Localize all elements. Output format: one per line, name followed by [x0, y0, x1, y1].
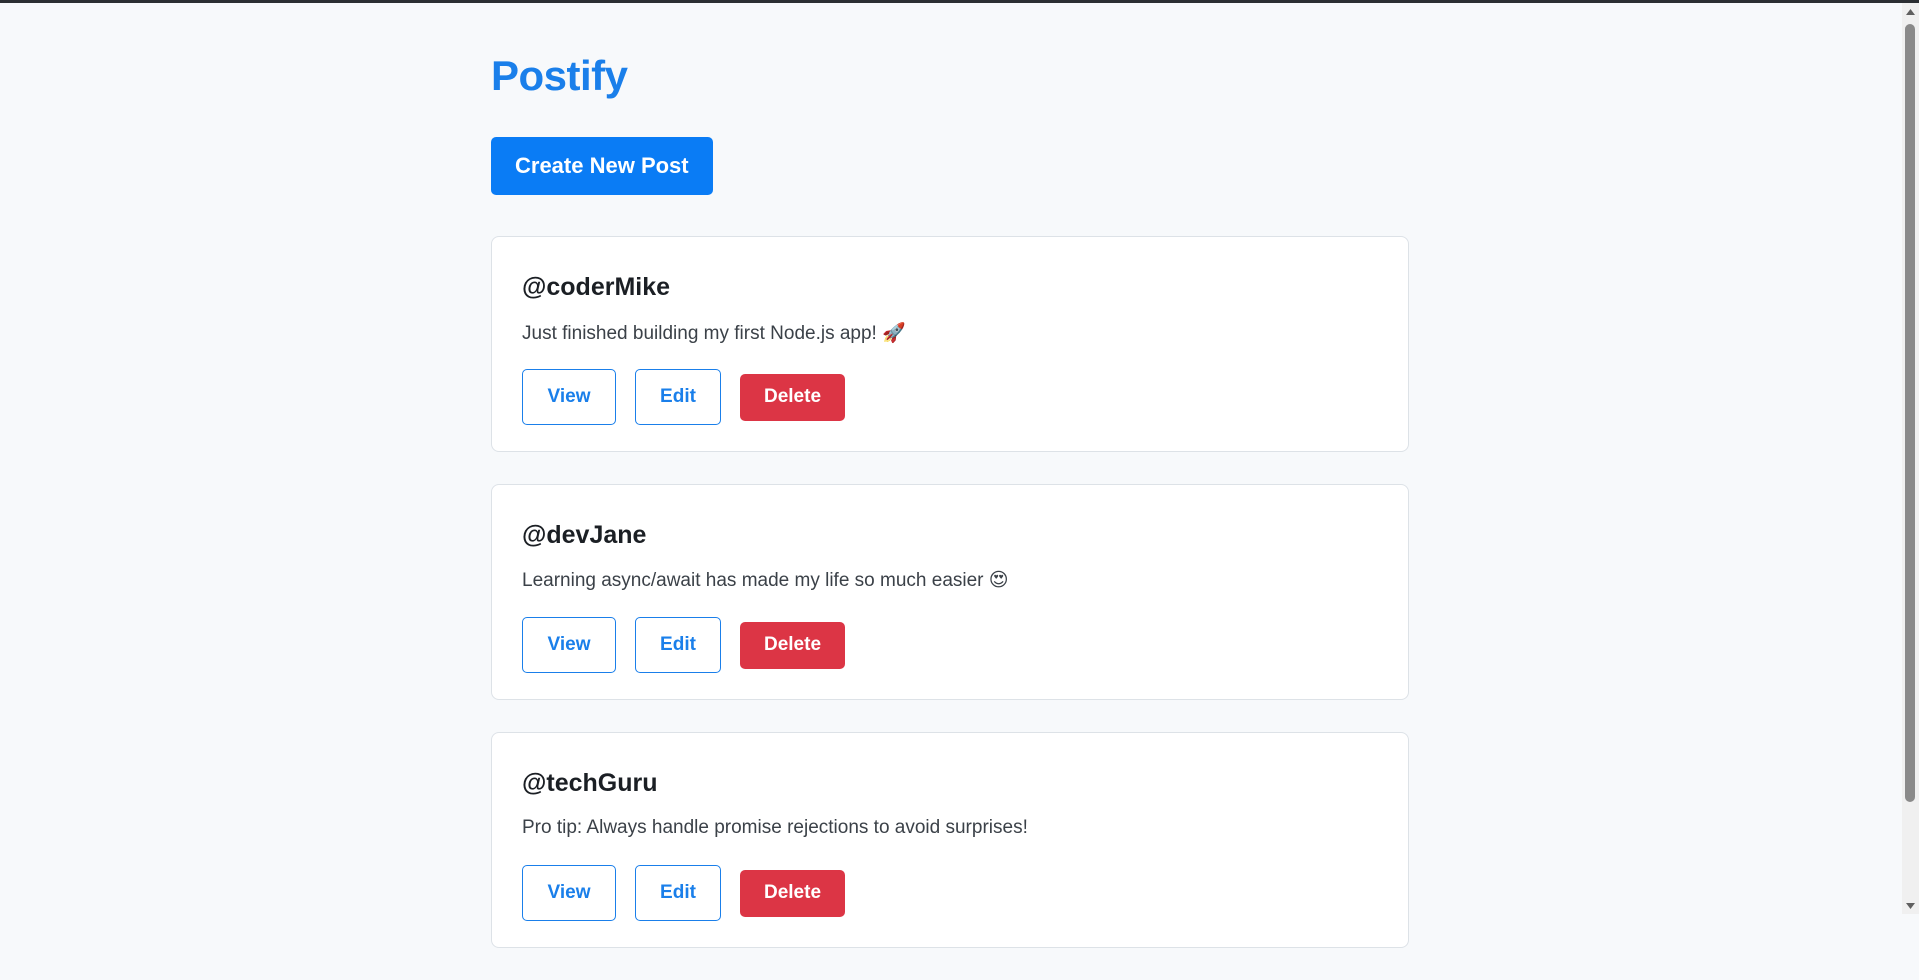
post-card: @devJane Learning async/await has made m… [491, 484, 1409, 700]
post-card: @coderMike Just finished building my fir… [491, 236, 1409, 452]
post-author: @devJane [522, 521, 647, 549]
view-button[interactable]: View [522, 865, 616, 921]
scrollbar-thumb[interactable] [1905, 24, 1915, 802]
edit-button[interactable]: Edit [635, 865, 721, 921]
post-list: @coderMike Just finished building my fir… [491, 236, 1411, 980]
post-actions: View Edit Delete [522, 617, 845, 673]
post-content: Just finished building my first Node.js … [522, 323, 906, 344]
post-actions: View Edit Delete [522, 369, 845, 425]
post-card: @techGuru Pro tip: Always handle promise… [491, 732, 1409, 948]
post-content: Learning async/await has made my life so… [522, 570, 1009, 591]
post-actions: View Edit Delete [522, 865, 845, 921]
app-title: Postify [491, 52, 628, 99]
scroll-up-arrow-icon[interactable] [1902, 3, 1919, 20]
window-top-border [0, 0, 1919, 3]
post-author: @techGuru [522, 769, 658, 797]
post-content: Pro tip: Always handle promise rejection… [522, 817, 1028, 838]
post-author: @coderMike [522, 273, 671, 301]
create-new-post-button[interactable]: Create New Post [491, 137, 713, 195]
view-button[interactable]: View [522, 617, 616, 673]
edit-button[interactable]: Edit [635, 617, 721, 673]
scroll-down-arrow-icon[interactable] [1902, 897, 1919, 914]
delete-button[interactable]: Delete [740, 869, 845, 917]
edit-button[interactable]: Edit [635, 369, 721, 425]
delete-button[interactable]: Delete [740, 621, 845, 669]
vertical-scrollbar[interactable] [1902, 3, 1919, 914]
delete-button[interactable]: Delete [740, 373, 845, 421]
view-button[interactable]: View [522, 369, 616, 425]
